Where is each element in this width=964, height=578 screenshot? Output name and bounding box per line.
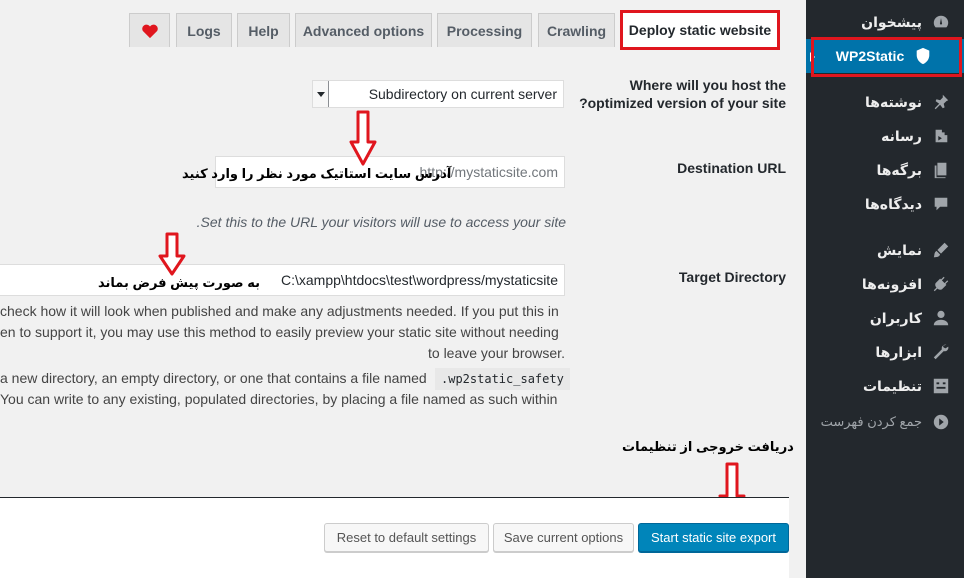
sidebar-item-label: برگه‌ها [876,161,922,178]
export-annotation: دریافت خروجی از تنظیمات [622,439,794,454]
start-export-button[interactable]: Start static site export [638,523,789,552]
safety-file-code: .wp2static_safety [435,368,570,390]
sidebar-item-comments[interactable]: دیدگاه‌ها [806,187,964,221]
sidebar-item-tools[interactable]: ابزارها [806,335,964,369]
arrow-down-icon [349,110,377,166]
sidebar-item-label: کاربران [869,309,922,326]
collapse-icon [930,411,952,433]
tab-help[interactable]: Help [237,13,290,47]
heart-icon [141,24,158,38]
host-label: Where will you host the optimized versio… [579,77,786,111]
plugins-icon [930,273,952,295]
reset-settings-button[interactable]: Reset to default settings [324,523,489,552]
target-directory-desc-3: to leave your browser. [428,345,565,361]
sidebar-item-media[interactable]: رسانه [806,119,964,153]
tab-processing[interactable]: Processing [437,13,532,47]
sidebar-item-label: ابزارها [875,343,922,360]
target-directory-desc-4: a new directory, an empty directory, or … [0,370,427,386]
sidebar-item-label: رسانه [881,127,922,144]
media-icon [930,125,952,147]
dashboard-icon [930,11,952,33]
admin-sidebar: پیشخوان WP2Static نوشته‌ها رسانه برگه‌ها… [806,0,964,578]
pages-icon [930,159,952,181]
settings-tabs: Deploy static website Crawling Processin… [0,10,790,50]
sidebar-item-label: نوشته‌ها [865,93,922,110]
settings-icon [930,375,952,397]
target-directory-desc-2: en to support it, you may use this metho… [0,324,559,340]
appearance-icon [930,239,952,261]
sidebar-item-appearance[interactable]: نمایش [806,233,964,267]
destination-annotation: آدرس سایت استاتیک مورد نظر را وارد کنید [182,166,452,181]
sidebar-item-plugins[interactable]: افزونه‌ها [806,267,964,301]
sidebar-item-settings[interactable]: تنظیمات [806,369,964,403]
target-directory-input[interactable]: C:\xampp\htdocs\test\wordpress/mystatics… [0,264,565,296]
target-directory-desc-1: check how it will look when published an… [0,303,559,319]
sidebar-item-label: افزونه‌ها [861,275,922,292]
sidebar-item-label: نمایش [877,241,922,258]
destination-url-label: Destination URL [677,160,786,176]
tools-icon [930,341,952,363]
destination-url-help: Set this to the URL your visitors will u… [196,214,566,230]
host-select-value: Subdirectory on current server [368,86,557,102]
sidebar-item-label: تنظیمات [862,377,922,394]
tab-advanced-options[interactable]: Advanced options [295,13,432,47]
sidebar-item-label: جمع کردن فهرست [820,414,922,429]
sidebar-item-users[interactable]: کاربران [806,301,964,335]
sidebar-item-posts[interactable]: نوشته‌ها [806,85,964,119]
highlight-box-sidebar [811,37,962,77]
comments-icon [930,193,952,215]
users-icon [930,307,952,329]
target-directory-label: Target Directory [678,269,786,285]
host-select[interactable]: Subdirectory on current server [312,80,564,108]
sidebar-item-label: دیدگاه‌ها [864,195,922,212]
target-annotation: به صورت پیش فرض بماند [98,275,260,290]
tab-crawling[interactable]: Crawling [538,13,615,47]
target-directory-desc-5: You can write to any existing, populated… [0,391,558,407]
tab-deploy-static-website[interactable]: Deploy static website [620,10,780,50]
sidebar-item-dashboard[interactable]: پیشخوان [806,5,964,39]
sidebar-collapse-menu[interactable]: جمع کردن فهرست [806,405,964,439]
pin-icon [930,91,952,113]
tab-heart[interactable] [129,13,170,47]
chevron-down-icon [313,81,329,107]
sidebar-item-pages[interactable]: برگه‌ها [806,153,964,187]
target-directory-value: C:\xampp\htdocs\test\wordpress/mystatics… [281,272,558,288]
arrow-down-icon [158,232,186,276]
save-options-button[interactable]: Save current options [493,523,634,552]
tab-logs[interactable]: Logs [176,13,232,47]
sidebar-item-label: پیشخوان [861,13,922,30]
